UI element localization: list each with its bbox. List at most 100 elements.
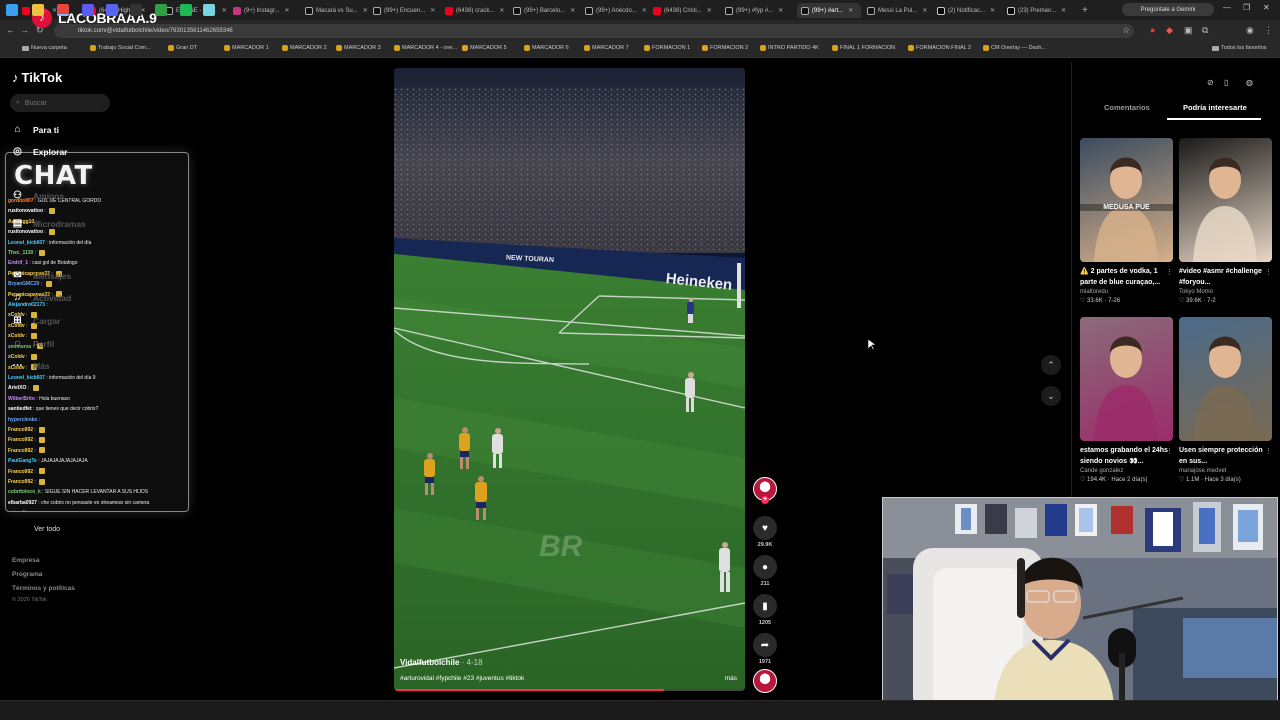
menu-kebab-icon[interactable]: ⋮ [1264,25,1273,36]
card-options-icon[interactable]: ⋮ [1166,268,1173,276]
phone-icon[interactable]: ▯ [1224,78,1228,87]
extension-icon[interactable]: ▣ [1184,25,1193,36]
bookmark-item[interactable]: FINAL 1 FORMACION [832,45,895,51]
browser-tab[interactable]: (99+) Encuen... ✕ [373,3,437,18]
nav-item-mensajes[interactable]: ✉ Mensajes [12,270,71,281]
card-title[interactable]: #video #asmr #challenge #foryou... [1179,266,1272,288]
back-icon[interactable]: ← [6,25,15,35]
browser-tab[interactable]: (6438) Cristi... ✕ [653,3,717,18]
close-tab-icon[interactable]: ✕ [922,7,927,14]
browser-tab[interactable]: (99+) #fyp #... ✕ [725,3,789,18]
video-player[interactable]: Heineken NEW TOURAN BR Vidalfutbolchile … [394,68,745,691]
tiktok-logo[interactable]: ♪ TikTok [12,70,62,85]
media-icon[interactable] [203,4,215,16]
footer-link[interactable]: Términos y políticas [12,585,75,592]
footer-link[interactable]: Programa [12,571,42,578]
calculator-icon[interactable] [82,4,94,16]
bookmark-item[interactable]: MARCADOR 3 [336,45,381,51]
nav-item-microdramas[interactable]: ▤ Microdramas [12,218,86,229]
close-tab-icon[interactable]: ✕ [707,7,712,14]
bookmark-item[interactable]: FORMACION FINAL 2 [908,45,971,51]
spotify-icon[interactable] [180,4,192,16]
bookmark-item[interactable]: MARCADOR 5 [462,45,507,51]
close-tab-icon[interactable]: ✕ [1061,7,1066,14]
video-thumbnail[interactable] [1080,317,1173,441]
tab-comments[interactable]: Comentarios [1104,103,1150,112]
browser-tab[interactable]: ELNINE - Fut... ✕ [165,3,229,18]
card-author[interactable]: Tokyo Momo [1179,289,1272,295]
suggested-video-card[interactable]: estamos grabando el 24hs siendo novios 👀… [1080,317,1173,483]
bookmark-item[interactable]: FORMACION 1 [644,45,690,51]
card-options-icon[interactable]: ⋮ [1265,268,1272,276]
nav-item-actividad[interactable]: ♫ Actividad [12,292,72,303]
nav-item-perfil[interactable]: ◌ Perfil [12,338,55,349]
like-button[interactable]: ♥ 29.9K [752,516,778,548]
bookmark-star-icon[interactable]: ☆ [1122,25,1130,36]
obs-icon[interactable] [130,4,142,16]
close-tab-icon[interactable]: ✕ [570,7,575,14]
see-all-link[interactable]: Ver todo [34,526,60,533]
bookmark-item[interactable]: CM Overlay — Dash... [983,45,1046,51]
all-bookmarks-link[interactable]: Todos los favoritos [1212,45,1267,51]
forward-icon[interactable]: → [20,25,29,35]
bookmark-item[interactable]: MARCADOR 7 [584,45,629,51]
browser-tab[interactable]: Messi La Pul... ✕ [867,3,931,18]
maximize-icon[interactable]: ❐ [1243,3,1250,12]
browser-tab[interactable]: Macará vs Su... ✕ [305,3,369,18]
close-tab-icon[interactable]: ✕ [430,7,435,14]
video-progress-bar[interactable] [394,689,745,691]
card-title[interactable]: estamos grabando el 24hs siendo novios 👀… [1080,445,1173,467]
close-tab-icon[interactable]: ✕ [285,7,290,14]
browser-tab[interactable]: (2) Notificac... ✕ [937,3,1001,18]
file-explorer-icon[interactable] [32,4,44,16]
browser-tab[interactable]: (6438) crack... ✕ [445,3,509,18]
video-author[interactable]: Vidalfutbolchile · 4-18 [400,658,483,667]
card-author[interactable]: mialtoredu [1080,289,1173,295]
card-author[interactable]: mariajose.medvet [1179,468,1272,474]
nav-item-más[interactable]: ⋯ Más [12,360,50,371]
bookmark-item[interactable]: Gran DT [168,45,197,51]
user-avatar-icon[interactable]: ◍ [1246,78,1253,87]
video-thumbnail[interactable]: MEDUSA PUE [1080,138,1173,262]
comment-button[interactable]: ● 211 [752,555,778,587]
bookmark-item[interactable]: MARCADOR 6 [524,45,569,51]
close-tab-icon[interactable]: ✕ [990,7,995,14]
bookmark-item[interactable]: INTRO PARTIDO 4K [760,45,819,51]
card-options-icon[interactable]: ⋮ [1265,447,1272,455]
save-button[interactable]: ▮ 1205 [752,594,778,626]
extension-icon[interactable]: ● [1150,25,1155,35]
app-icon[interactable] [155,4,167,16]
browser-tab[interactable]: (6438) High...✕ [88,3,152,18]
nav-item-explorar[interactable]: ◎ Explorar [12,146,67,157]
extensions-puzzle-icon[interactable]: ⧉ [1202,25,1208,36]
suggested-video-card[interactable]: Usen siempre protección en sus... mariajo… [1179,317,1272,483]
previous-video-chevron-up-icon[interactable]: ⌃ [1041,355,1061,375]
minimize-icon[interactable]: — [1223,3,1231,12]
profile-avatar-icon[interactable]: ◉ [1246,25,1254,36]
search-input[interactable]: ⌕ Buscar [10,94,110,112]
nav-item-amigos[interactable]: ⚇ Amigos [12,190,64,201]
windows-icon[interactable] [6,4,18,16]
ask-gemini-button[interactable]: Pregúntale a Gemini [1122,3,1214,16]
tab-suggested[interactable]: Podría interesarte [1183,103,1247,112]
bookmark-item[interactable]: MARCADOR 2 [282,45,327,51]
close-tab-icon[interactable]: ✕ [642,7,647,14]
discord-icon[interactable] [106,4,118,16]
close-window-icon[interactable]: ✕ [1263,3,1270,12]
browser-tab[interactable]: (23) Premier... ✕ [1007,3,1071,18]
new-tab-button[interactable]: + [1082,3,1088,18]
chrome-icon[interactable] [57,4,69,16]
bookmark-item[interactable]: MARCADOR 1 [224,45,269,51]
history-icon[interactable]: ⊘ [1207,78,1214,87]
extension-icon[interactable]: ◆ [1166,25,1173,36]
card-title[interactable]: ⚠️ 2 partes de vodka, 1 parte de blue cu… [1080,266,1173,288]
suggested-video-card[interactable]: #video #asmr #challenge #foryou... Tokyo … [1179,138,1272,304]
url-field[interactable]: tiktok.com/@vidalfutbolchile/video/76301… [54,24,1134,38]
share-button[interactable]: ➦ 1971 [752,633,778,665]
browser-tab[interactable]: (99+) Barcelo... ✕ [513,3,577,18]
next-video-chevron-down-icon[interactable]: ⌄ [1041,386,1061,406]
nav-item-para-ti[interactable]: ⌂ Para ti [12,124,59,135]
follow-plus-icon[interactable]: + [761,496,769,504]
close-tab-icon[interactable]: ✕ [222,7,227,14]
card-author[interactable]: Cande gonzalez [1080,468,1173,474]
